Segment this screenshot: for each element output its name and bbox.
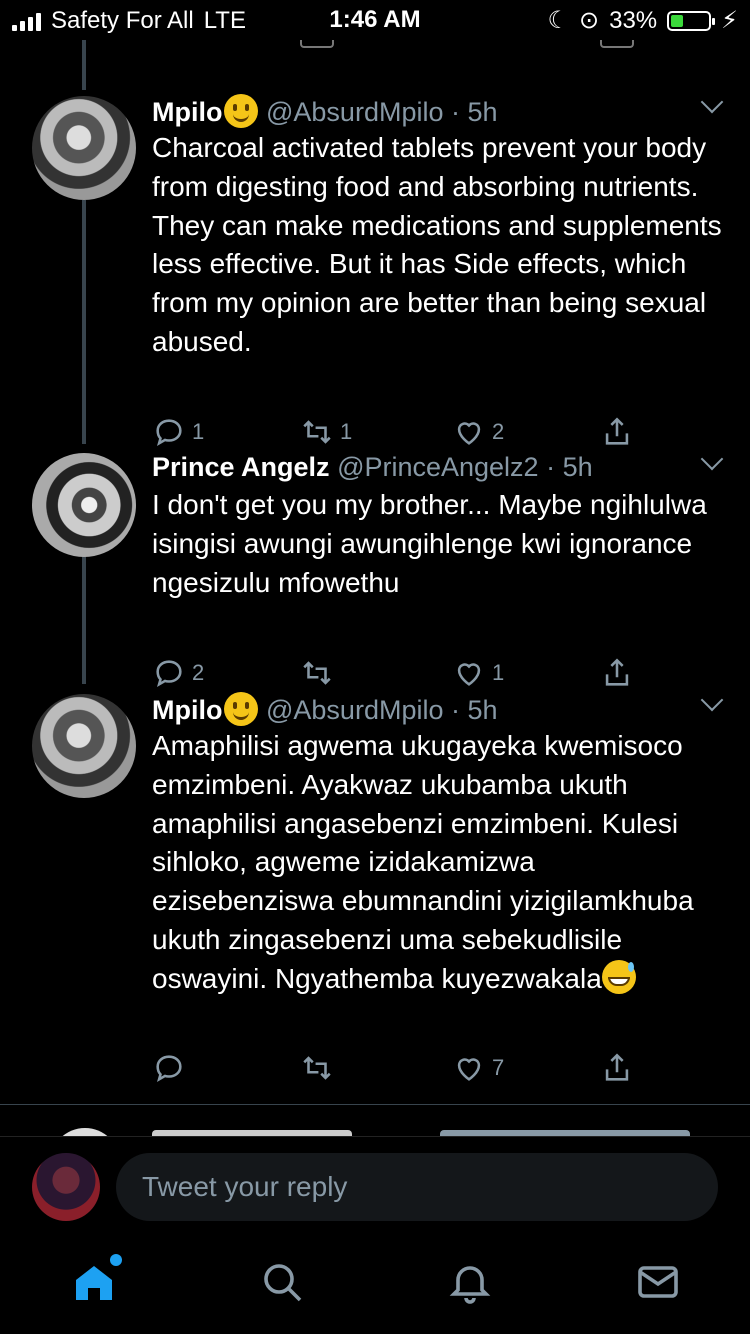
heart-icon — [457, 663, 481, 686]
chevron-down-icon[interactable] — [700, 90, 724, 114]
like-count: 1 — [492, 660, 505, 685]
reply-input[interactable]: Tweet your reply — [116, 1153, 718, 1221]
like-count: 7 — [492, 1055, 505, 1080]
tweet-header: Mpilo @AbsurdMpilo · 5h — [152, 692, 498, 726]
retweet-button[interactable]: 1 — [300, 415, 352, 449]
reply-count: 1 — [192, 419, 205, 444]
separator-dot: · — [451, 695, 460, 725]
chevron-down-icon[interactable] — [700, 688, 724, 712]
bell-icon — [449, 1266, 491, 1304]
like-button[interactable]: 2 — [452, 415, 504, 449]
previous-tweet-actions — [0, 40, 750, 50]
status-bar: Safety For All LTE 1:46 AM ☾ ⊙ 33% ⚡ — [0, 0, 750, 40]
avatar[interactable] — [32, 694, 136, 798]
timestamp: 5h — [467, 97, 498, 127]
reply-button[interactable]: 1 — [152, 415, 204, 449]
conversation-thread[interactable]: Mpilo @AbsurdMpilo · 5h Charcoal activat… — [0, 40, 750, 1136]
orientation-lock-icon: ⊙ — [578, 7, 600, 34]
retweet-icon — [303, 661, 331, 685]
avatar[interactable] — [32, 1153, 100, 1221]
chevron-down-icon[interactable] — [700, 447, 724, 471]
moon-icon: ☾ — [547, 7, 569, 34]
retweet-button[interactable] — [300, 656, 340, 690]
reply-icon — [156, 1055, 182, 1082]
tweet-text: Charcoal activated tablets prevent your … — [152, 132, 722, 357]
separator-dot: · — [451, 97, 460, 127]
grinning-sweat-emoji-icon — [601, 959, 636, 994]
share-button[interactable] — [600, 656, 634, 690]
search-icon — [264, 1264, 302, 1302]
display-name[interactable]: Mpilo — [152, 97, 222, 127]
notification-dot — [110, 1254, 122, 1266]
tab-messages[interactable] — [634, 1258, 682, 1306]
share-icon — [605, 417, 629, 445]
retweet-icon — [303, 420, 331, 444]
tweet-actions: 1 1 2 — [152, 414, 672, 450]
reply-count: 2 — [192, 660, 205, 685]
tab-home[interactable] — [70, 1254, 122, 1306]
tweet-text: Amaphilisi agwema ukugayeka kwemisoco em… — [152, 730, 694, 994]
divider — [0, 1104, 750, 1105]
avatar[interactable] — [50, 1128, 120, 1136]
timestamp: 5h — [467, 695, 498, 725]
battery-icon — [667, 10, 716, 31]
thread-line — [82, 200, 86, 444]
like-count: 2 — [492, 419, 505, 444]
separator-dot: · — [546, 452, 556, 482]
reply-icon — [156, 419, 182, 446]
timestamp: 5h — [562, 452, 593, 482]
smile-emoji-icon — [224, 692, 259, 726]
reply-composer: Tweet your reply — [0, 1136, 750, 1237]
heart-icon — [457, 422, 481, 445]
user-handle[interactable]: @AbsurdMpilo — [266, 695, 443, 725]
retweet-count: 1 — [340, 419, 353, 444]
battery-percent: 33% — [609, 6, 658, 34]
tweet-text: I don't get you my brother... Maybe ngih… — [152, 489, 707, 598]
share-icon — [605, 1053, 629, 1081]
mail-icon — [638, 1266, 678, 1298]
reply-button[interactable]: 2 — [152, 656, 204, 690]
avatar[interactable] — [32, 453, 136, 557]
reply-button[interactable] — [152, 1051, 192, 1085]
user-handle[interactable]: @AbsurdMpilo — [266, 97, 443, 127]
tweet-header: Prince Angelz @PrinceAngelz2 · 5h — [152, 451, 593, 483]
share-button[interactable] — [600, 415, 634, 449]
retweet-button[interactable] — [300, 1051, 340, 1085]
thread-line — [82, 40, 86, 90]
like-button[interactable]: 7 — [452, 1051, 504, 1085]
tweet-actions: 7 — [152, 1050, 672, 1086]
heart-icon — [457, 1058, 481, 1081]
home-icon — [76, 1266, 112, 1300]
tweet-body: Amaphilisi agwema ukugayeka kwemisoco em… — [152, 727, 722, 999]
user-handle[interactable]: @PrinceAngelz2 — [337, 452, 539, 482]
tab-notifications[interactable] — [446, 1258, 494, 1306]
tweet-header: Mpilo @AbsurdMpilo · 5h — [152, 94, 498, 128]
share-icon — [605, 658, 629, 686]
charging-icon: ⚡ — [721, 7, 738, 34]
reply-icon — [156, 660, 182, 687]
like-button[interactable]: 1 — [452, 656, 504, 690]
tab-search[interactable] — [258, 1258, 306, 1306]
avatar[interactable] — [32, 96, 136, 200]
tweet-actions: 2 1 — [152, 655, 672, 691]
retweet-icon — [303, 1056, 331, 1080]
share-button[interactable] — [600, 1051, 634, 1085]
display-name[interactable]: Prince Angelz — [152, 452, 330, 482]
display-name[interactable]: Mpilo — [152, 695, 222, 725]
next-tweet-partial[interactable] — [0, 1110, 750, 1136]
smile-emoji-icon — [224, 94, 259, 128]
tab-bar — [0, 1236, 750, 1334]
thread-line — [82, 556, 86, 684]
